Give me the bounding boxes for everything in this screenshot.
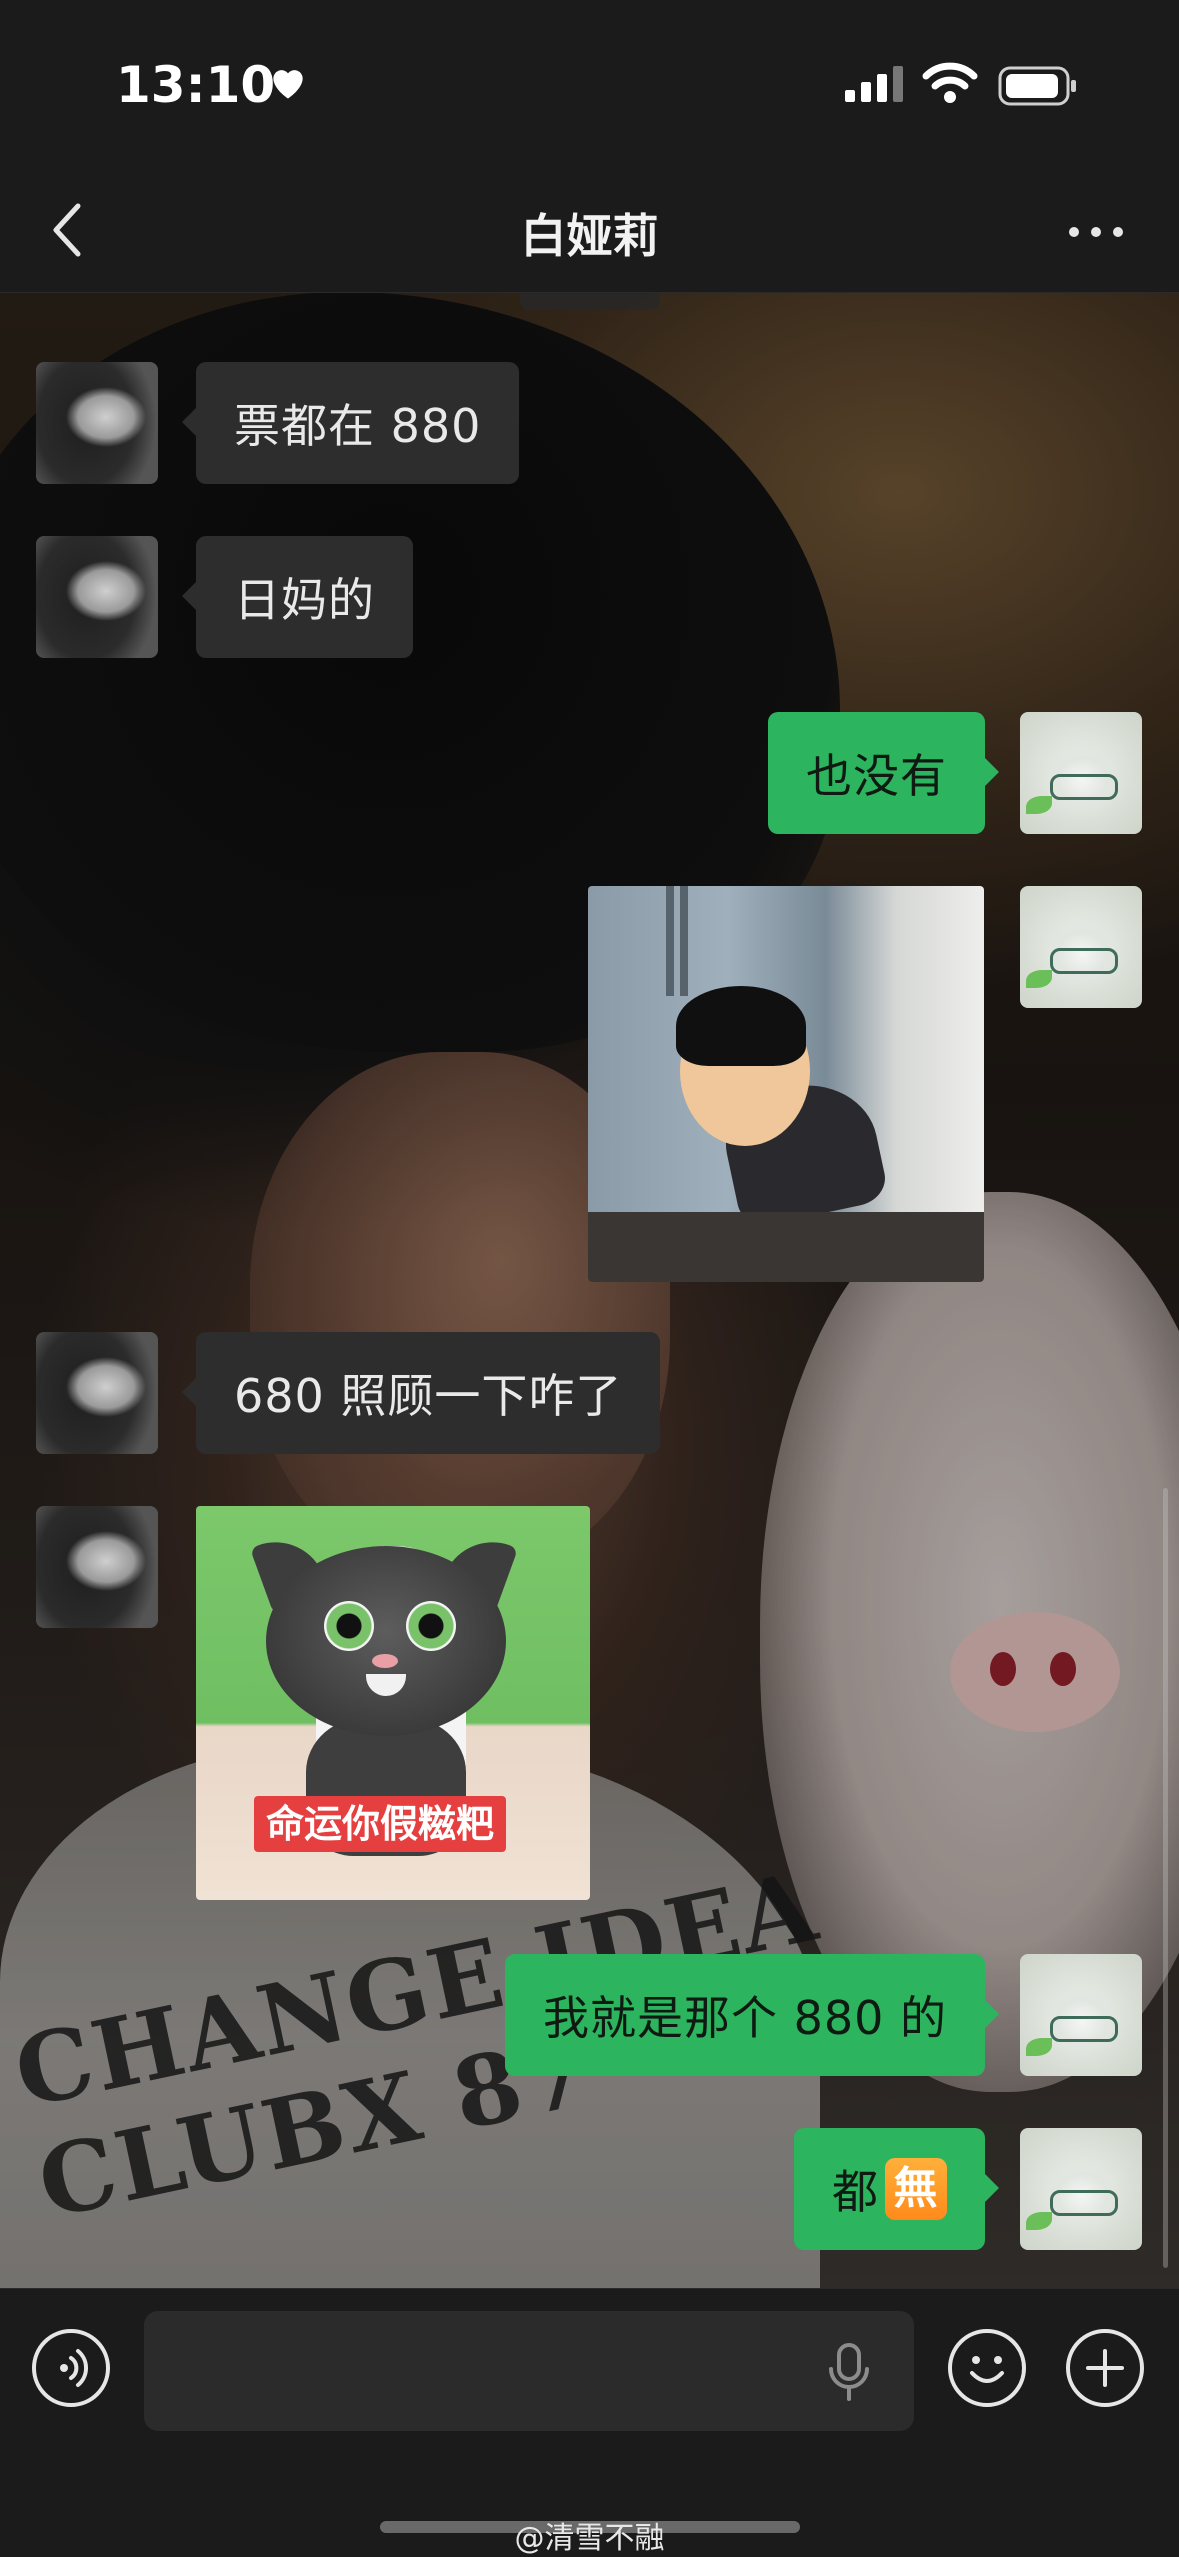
more-functions-plus-icon[interactable] xyxy=(1066,2329,1144,2407)
emoji-picker-icon[interactable] xyxy=(948,2329,1026,2407)
incoming-message[interactable]: 日妈的 xyxy=(182,536,413,658)
my-avatar[interactable] xyxy=(1020,886,1142,1008)
contact-avatar[interactable] xyxy=(36,1506,158,1628)
message-text: 680 照顾一下咋了 xyxy=(234,1369,623,1423)
battery-icon xyxy=(998,66,1076,106)
chat-header: 白娅莉 xyxy=(0,170,1179,293)
message-text: 票都在 880 xyxy=(234,399,482,453)
outgoing-message[interactable]: 都 無 xyxy=(794,2128,999,2250)
more-options-icon[interactable] xyxy=(1066,222,1126,242)
scrollbar[interactable] xyxy=(1163,1488,1168,2268)
message-list[interactable]: 票都在 880 日妈的 也没有 680 照顾一下咋了 命运你假糍粑 我就是那个 … xyxy=(0,292,1179,2288)
contact-avatar[interactable] xyxy=(36,362,158,484)
my-avatar[interactable] xyxy=(1020,1954,1142,2076)
microphone-icon[interactable] xyxy=(824,2341,874,2405)
kneeling-figure-sticker[interactable] xyxy=(588,886,984,1282)
emoji-none-icon: 無 xyxy=(885,2158,947,2220)
wifi-icon xyxy=(922,62,978,103)
contact-avatar[interactable] xyxy=(36,1332,158,1454)
voice-mode-icon[interactable] xyxy=(32,2329,110,2407)
outgoing-message[interactable]: 我就是那个 880 的 xyxy=(504,1954,1000,2076)
cellular-signal-icon xyxy=(845,66,903,102)
message-text: 也没有 xyxy=(806,749,947,803)
incoming-message[interactable]: 680 照顾一下咋了 xyxy=(181,1332,661,1454)
status-time: 13:10 xyxy=(116,56,276,114)
message-text: 都 xyxy=(832,2165,879,2219)
heart-icon xyxy=(273,70,303,99)
outgoing-message[interactable]: 也没有 xyxy=(768,712,999,834)
chat-title: 白娅莉 xyxy=(520,209,659,263)
timestamp-pill xyxy=(520,292,660,310)
input-bar: @清雪不融 xyxy=(0,2288,1179,2557)
sticker-caption: 命运你假糍粑 xyxy=(254,1796,507,1852)
contact-avatar[interactable] xyxy=(36,536,158,658)
message-input[interactable] xyxy=(144,2311,914,2431)
talking-cat-sticker[interactable]: 命运你假糍粑 xyxy=(196,1506,590,1900)
status-bar: 13:10 xyxy=(0,0,1179,170)
message-text: 我就是那个 880 的 xyxy=(542,1991,947,2045)
my-avatar[interactable] xyxy=(1020,2128,1142,2250)
my-avatar[interactable] xyxy=(1020,712,1142,834)
message-text: 日妈的 xyxy=(234,573,375,627)
watermark: @清雪不融 xyxy=(514,2521,665,2556)
incoming-message[interactable]: 票都在 880 xyxy=(181,362,520,484)
